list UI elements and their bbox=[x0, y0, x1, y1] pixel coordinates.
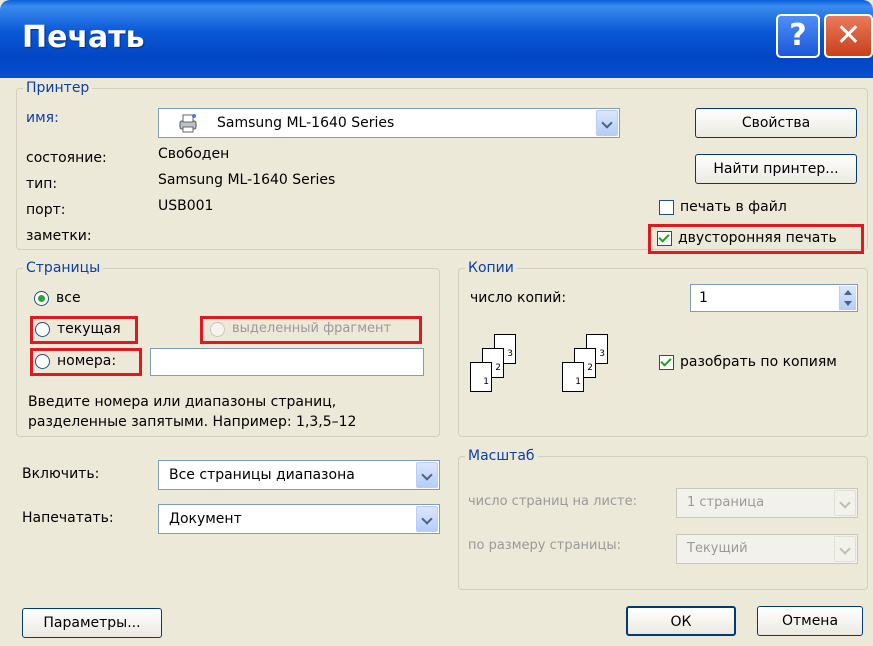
status-label: состояние: bbox=[26, 150, 107, 166]
print-what-label: Напечатать: bbox=[22, 510, 114, 526]
notes-label: заметки: bbox=[26, 228, 92, 244]
properties-button[interactable]: Свойства bbox=[695, 108, 857, 138]
cancel-button[interactable]: Отмена bbox=[757, 606, 863, 636]
pages-per-sheet-value: 1 страница bbox=[687, 495, 765, 510]
pages-numbers-label[interactable]: номера: bbox=[57, 353, 116, 369]
pages-numbers-radio[interactable] bbox=[35, 354, 50, 369]
collate-label[interactable]: разобрать по копиям bbox=[680, 354, 837, 370]
scale-group: Масштаб bbox=[458, 448, 868, 590]
help-button[interactable]: ? bbox=[776, 14, 820, 58]
collate-illustration-1: 3 2 1 bbox=[464, 334, 524, 404]
port-value: USB001 bbox=[158, 198, 214, 214]
pages-per-sheet-select[interactable]: 1 страница bbox=[676, 488, 858, 518]
ok-button[interactable]: ОК bbox=[626, 606, 736, 636]
include-label: Включить: bbox=[22, 466, 100, 482]
port-label: порт: bbox=[26, 202, 66, 218]
title-bar[interactable]: Печать ? ✕ bbox=[0, 0, 873, 78]
print-what-select-value: Документ bbox=[169, 511, 242, 527]
chevron-down-icon[interactable] bbox=[834, 490, 856, 516]
duplex-label[interactable]: двусторонняя печать bbox=[678, 230, 837, 246]
printer-icon bbox=[179, 114, 197, 133]
pages-all-radio[interactable] bbox=[34, 291, 49, 306]
pages-selection-radio[interactable] bbox=[210, 322, 225, 337]
copies-count-value: 1 bbox=[699, 290, 708, 306]
type-value: Samsung ML-1640 Series bbox=[158, 172, 336, 188]
collate-illustration-2: 3 2 1 bbox=[556, 334, 616, 404]
spinner-icon[interactable] bbox=[839, 286, 856, 310]
status-value: Свободен bbox=[158, 146, 230, 162]
copies-group-label: Копии bbox=[468, 260, 514, 276]
chevron-down-icon[interactable] bbox=[416, 506, 438, 532]
copies-count-label: число копий: bbox=[470, 290, 567, 306]
scale-group-label: Масштаб bbox=[468, 448, 535, 464]
close-button[interactable]: ✕ bbox=[824, 14, 873, 58]
chevron-down-icon[interactable] bbox=[834, 536, 856, 562]
pages-group-label: Страницы bbox=[26, 260, 101, 276]
dialog-title: Печать bbox=[22, 20, 145, 55]
print-what-select[interactable]: Документ bbox=[158, 504, 440, 534]
page-1-icon: 1 bbox=[470, 362, 492, 392]
print-dialog: Печать ? ✕ Принтер имя: Samsung ML-1640 … bbox=[0, 0, 873, 646]
include-select-value: Все страницы диапазона bbox=[169, 467, 355, 483]
print-to-file-checkbox[interactable] bbox=[659, 200, 674, 215]
duplex-checkbox[interactable] bbox=[657, 231, 672, 246]
printer-name-label: имя: bbox=[26, 110, 59, 126]
fit-select[interactable]: Текущий bbox=[676, 534, 858, 564]
page-1-icon: 1 bbox=[562, 362, 584, 392]
pages-hint-line: Введите номера или диапазоны страниц, ра… bbox=[28, 392, 428, 432]
pages-selection-label[interactable]: выделенный фрагмент bbox=[232, 321, 391, 336]
find-printer-button[interactable]: Найти принтер... bbox=[695, 154, 857, 184]
pages-current-label[interactable]: текущая bbox=[57, 321, 121, 337]
collate-checkbox[interactable] bbox=[659, 355, 674, 370]
copies-count-field[interactable]: 1 bbox=[690, 284, 858, 312]
fit-value: Текущий bbox=[687, 541, 748, 556]
chevron-down-icon[interactable] bbox=[416, 462, 438, 488]
printer-group-label: Принтер bbox=[26, 80, 90, 96]
dialog-body: Принтер имя: Samsung ML-1640 Series Свой… bbox=[0, 78, 873, 646]
chevron-down-icon[interactable] bbox=[596, 110, 618, 136]
pages-hint-text: Введите номера или диапазоны страниц, ра… bbox=[28, 394, 357, 430]
print-to-file-label[interactable]: печать в файл bbox=[680, 199, 787, 215]
page-numbers-input[interactable] bbox=[150, 348, 424, 376]
printer-select-value: Samsung ML-1640 Series bbox=[217, 115, 395, 131]
pages-per-sheet-label: число страниц на листе: bbox=[468, 494, 637, 509]
include-select[interactable]: Все страницы диапазона bbox=[158, 460, 440, 490]
fit-label: по размеру страницы: bbox=[468, 538, 621, 553]
printer-select[interactable]: Samsung ML-1640 Series bbox=[158, 108, 620, 138]
pages-all-label[interactable]: все bbox=[56, 290, 81, 306]
type-label: тип: bbox=[26, 176, 58, 192]
pages-current-radio[interactable] bbox=[35, 322, 50, 337]
options-button[interactable]: Параметры... bbox=[22, 608, 162, 638]
